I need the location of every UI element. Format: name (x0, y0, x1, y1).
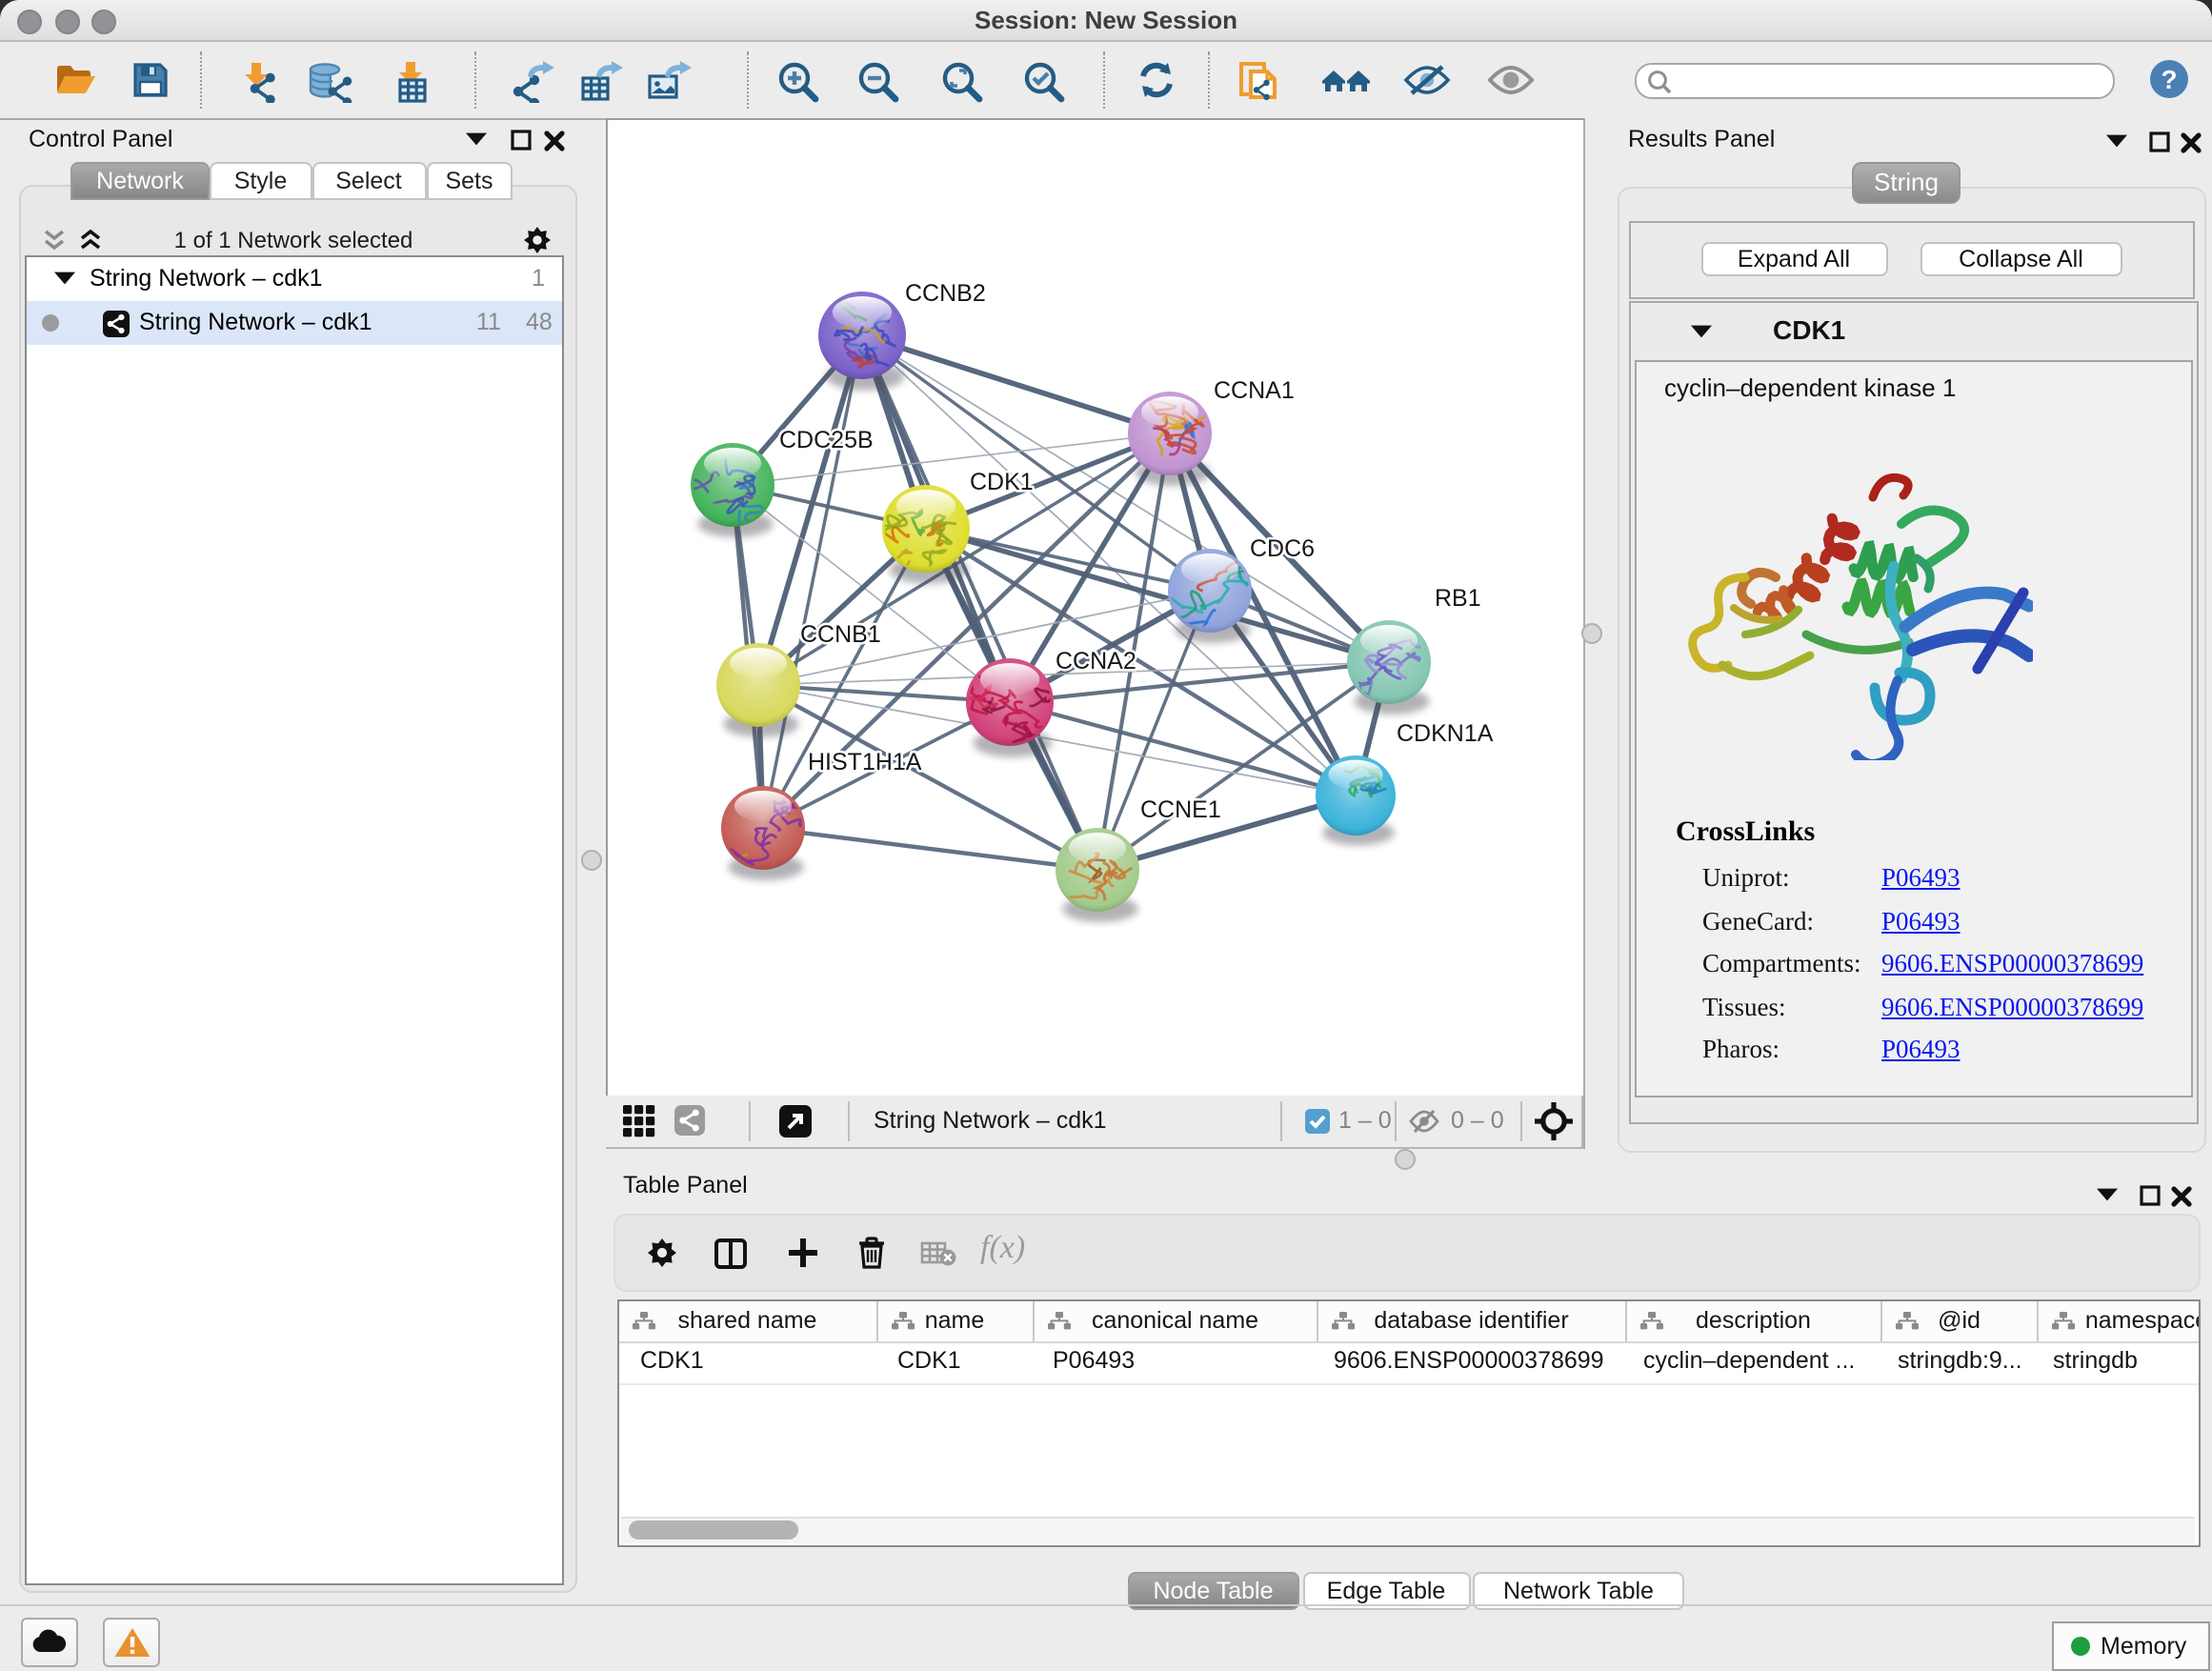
svg-text:CDKN1A: CDKN1A (1396, 720, 1493, 747)
svg-text:?: ? (2161, 65, 2177, 94)
svg-text:CCNB1: CCNB1 (799, 621, 880, 648)
svg-text:CCNA2: CCNA2 (1055, 648, 1136, 674)
svg-text:CCNB2: CCNB2 (904, 280, 985, 307)
svg-text:CDK1: CDK1 (969, 469, 1033, 495)
svg-text:RB1: RB1 (1434, 585, 1480, 612)
svg-text:CDC25B: CDC25B (778, 427, 873, 453)
svg-text:CDC6: CDC6 (1249, 535, 1314, 562)
svg-text:HIST1H1A: HIST1H1A (807, 749, 921, 775)
svg-text:CCNA1: CCNA1 (1213, 377, 1294, 404)
svg-text:CCNE1: CCNE1 (1139, 796, 1220, 823)
